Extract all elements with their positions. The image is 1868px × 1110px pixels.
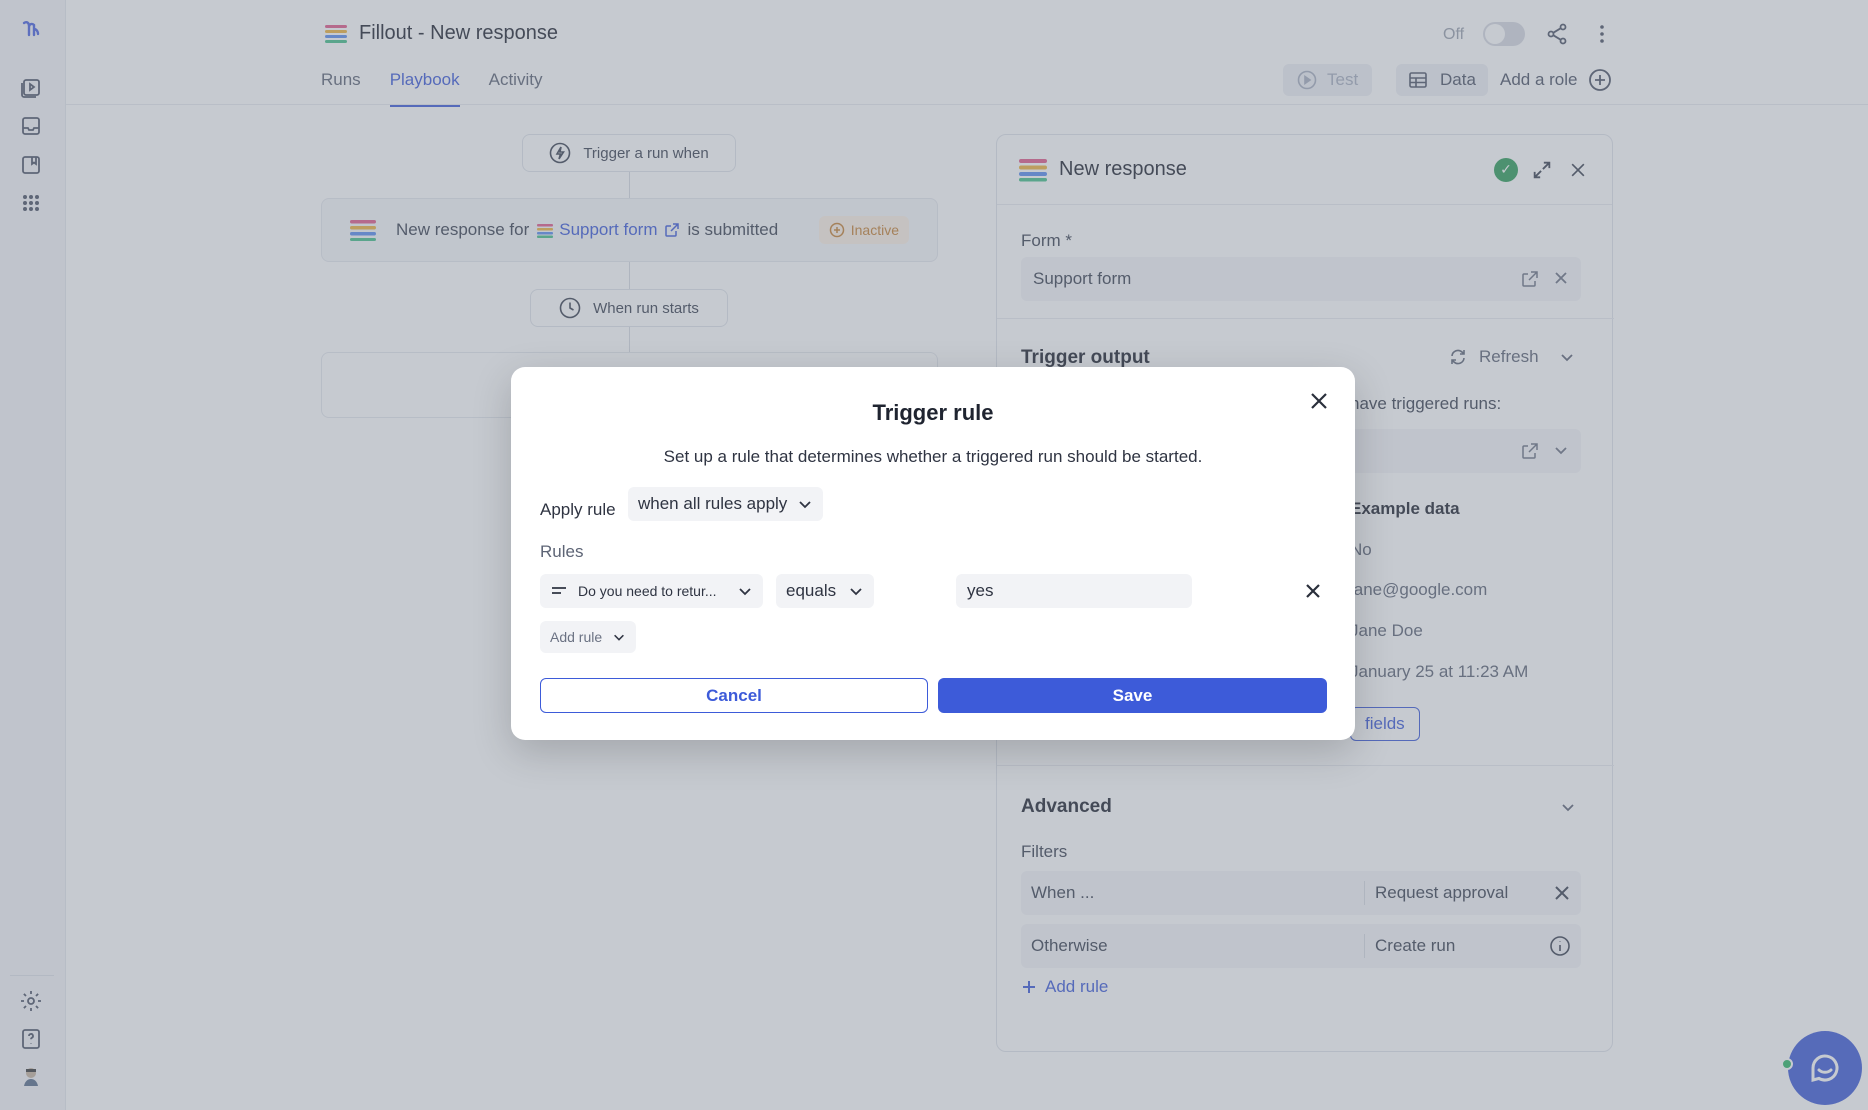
trigger-rule-dialog: Trigger rule Set up a rule that determin… — [511, 367, 1355, 740]
short-text-icon — [550, 582, 568, 600]
apply-rule-label: Apply rule — [540, 500, 616, 519]
add-rule-dropdown[interactable]: Add rule — [540, 621, 637, 653]
apply-rule-value: when all rules apply — [638, 494, 788, 513]
dialog-description: Set up a rule that determines whether a … — [663, 447, 1203, 466]
rule-field-value: Do you need to retur... — [578, 583, 717, 599]
remove-rule-icon[interactable] — [1301, 579, 1325, 603]
save-button[interactable]: Save — [938, 678, 1327, 713]
add-rule-label: Add rule — [550, 629, 603, 645]
chevron-down-icon — [612, 630, 626, 644]
rule-value-input[interactable] — [956, 574, 1192, 608]
chevron-down-icon — [797, 496, 813, 512]
cancel-button[interactable]: Cancel — [540, 678, 928, 713]
rule-field-select[interactable]: Do you need to retur... — [540, 574, 763, 608]
chevron-down-icon — [848, 583, 864, 599]
dialog-title: Trigger rule — [872, 400, 994, 425]
rules-label: Rules — [540, 542, 584, 561]
chevron-down-icon — [737, 583, 753, 599]
rule-operator-value: equals — [786, 581, 837, 600]
apply-rule-select[interactable]: when all rules apply — [628, 487, 824, 521]
rule-operator-select[interactable]: equals — [776, 574, 874, 608]
